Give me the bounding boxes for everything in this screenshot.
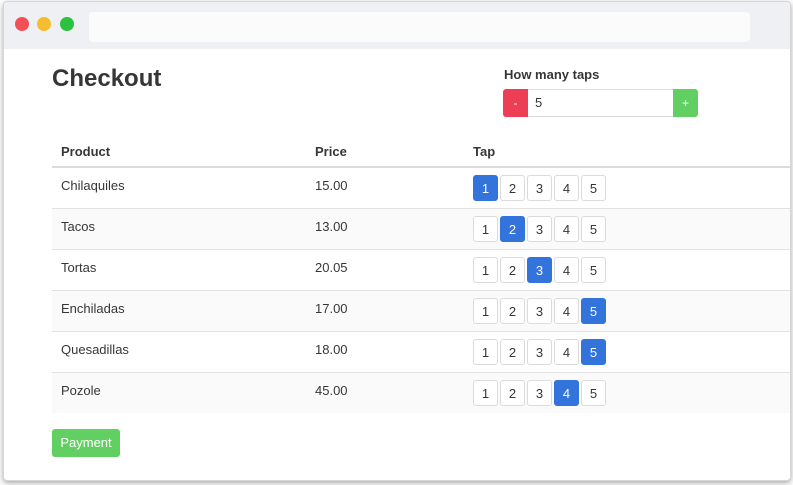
tap-cell: 12345: [464, 372, 790, 413]
tap-option-button[interactable]: 2: [500, 257, 525, 283]
payment-button[interactable]: Payment: [52, 429, 120, 457]
product-cell: Tortas: [52, 249, 306, 291]
product-cell: Enchiladas: [52, 290, 306, 332]
tap-cell: 12345: [464, 331, 790, 373]
tap-option-button[interactable]: 5: [581, 339, 606, 365]
table-row: Tacos 13.00 1 2 3 4 5: [52, 208, 790, 250]
product-price: 18.00: [315, 342, 348, 357]
browser-window: Checkout How many taps - 5 + Product Pri…: [3, 1, 791, 481]
tap-option-button[interactable]: 5: [581, 175, 606, 201]
product-name: Chilaquiles: [61, 178, 125, 193]
table-row: Quesadillas 18.00 1 2 3 4 5: [52, 331, 790, 373]
decrement-button[interactable]: -: [503, 89, 528, 117]
product-name: Quesadillas: [61, 342, 129, 357]
tap-option-button[interactable]: 1: [473, 257, 498, 283]
tap-option-button[interactable]: 2: [500, 298, 525, 324]
tap-option-button[interactable]: 2: [500, 339, 525, 365]
page-content: Checkout How many taps - 5 + Product Pri…: [4, 49, 790, 480]
tap-option-button[interactable]: 3: [527, 257, 552, 283]
table-row: Tortas 20.05 1 2 3 4 5: [52, 249, 790, 291]
tap-option-button[interactable]: 3: [527, 216, 552, 242]
price-cell: 45.00: [306, 372, 464, 413]
table-row: Chilaquiles 15.00 1 2 3 4 5: [52, 167, 790, 209]
tap-option-button[interactable]: 5: [581, 298, 606, 324]
tap-option-button[interactable]: 4: [554, 339, 579, 365]
product-price: 45.00: [315, 383, 348, 398]
tap-option-button[interactable]: 2: [500, 175, 525, 201]
price-cell: 18.00: [306, 331, 464, 373]
tap-button-group: 12345: [473, 250, 790, 283]
product-name: Tacos: [61, 219, 95, 234]
tap-option-button[interactable]: 1: [473, 380, 498, 406]
tap-option-button[interactable]: 4: [554, 380, 579, 406]
tap-option-button[interactable]: 2: [500, 216, 525, 242]
tap-option-button[interactable]: 2: [500, 380, 525, 406]
price-cell: 17.00: [306, 290, 464, 332]
tap-cell: 12345: [464, 249, 790, 291]
product-name: Pozole: [61, 383, 101, 398]
product-price: 20.05: [315, 260, 348, 275]
price-cell: 15.00: [306, 167, 464, 209]
table-row: Pozole 45.00 1 2 3 4 5: [52, 372, 790, 413]
minimize-window-button[interactable]: [37, 17, 51, 31]
close-window-button[interactable]: [15, 17, 29, 31]
table-header-row: Product Price Tap: [52, 136, 790, 168]
price-cell: 20.05: [306, 249, 464, 291]
taps-label: How many taps: [504, 67, 600, 82]
table-row: Enchiladas 17.00 1 2 3 4 5: [52, 290, 790, 332]
products-table: Product Price Tap Chilaquiles 15.00 1 2 3 4 5 T…: [52, 136, 790, 413]
tap-option-button[interactable]: 5: [581, 380, 606, 406]
address-bar[interactable]: [89, 12, 750, 42]
tap-button-group: 12345: [473, 168, 790, 201]
tap-option-button[interactable]: 1: [473, 339, 498, 365]
tap-cell: 12345: [464, 290, 790, 332]
product-name: Tortas: [61, 260, 97, 275]
tap-button-group: 12345: [473, 291, 790, 324]
product-price: 17.00: [315, 301, 348, 316]
tap-button-group: 12345: [473, 209, 790, 242]
increment-button[interactable]: +: [673, 89, 698, 117]
product-name: Enchiladas: [61, 301, 125, 316]
tap-option-button[interactable]: 5: [581, 216, 606, 242]
tap-option-button[interactable]: 3: [527, 298, 552, 324]
taps-input[interactable]: 5: [528, 89, 680, 117]
product-cell: Pozole: [52, 372, 306, 413]
tap-option-button[interactable]: 3: [527, 339, 552, 365]
header-price: Price: [306, 136, 464, 168]
tap-option-button[interactable]: 1: [473, 298, 498, 324]
product-price: 15.00: [315, 178, 348, 193]
product-price: 13.00: [315, 219, 348, 234]
tap-option-button[interactable]: 1: [473, 216, 498, 242]
tap-option-button[interactable]: 4: [554, 257, 579, 283]
header-tap: Tap: [464, 136, 790, 168]
tap-option-button[interactable]: 1: [473, 175, 498, 201]
header-product: Product: [52, 136, 306, 168]
tap-cell: 12345: [464, 208, 790, 250]
tap-button-group: 12345: [473, 332, 790, 365]
tap-option-button[interactable]: 5: [581, 257, 606, 283]
tap-button-group: 12345: [473, 373, 790, 406]
product-cell: Quesadillas: [52, 331, 306, 373]
maximize-window-button[interactable]: [60, 17, 74, 31]
tap-option-button[interactable]: 4: [554, 216, 579, 242]
tap-option-button[interactable]: 4: [554, 175, 579, 201]
price-cell: 13.00: [306, 208, 464, 250]
product-cell: Tacos: [52, 208, 306, 250]
tap-option-button[interactable]: 3: [527, 380, 552, 406]
tap-cell: 12345: [464, 167, 790, 209]
tap-option-button[interactable]: 4: [554, 298, 579, 324]
title-bar: [4, 2, 790, 49]
tap-option-button[interactable]: 3: [527, 175, 552, 201]
product-cell: Chilaquiles: [52, 167, 306, 209]
page-title: Checkout: [52, 65, 162, 92]
